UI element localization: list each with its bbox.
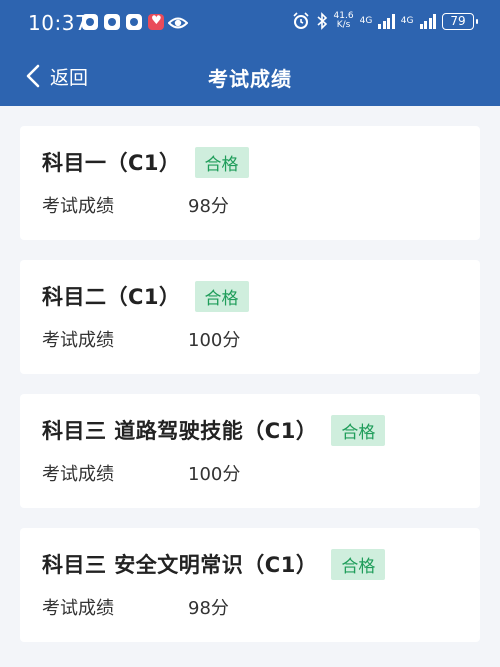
status-badge: 合格 (331, 414, 386, 446)
result-card[interactable]: 科目二（C1） 合格 考试成绩 100分 (20, 260, 480, 374)
score-label: 考试成绩 (42, 330, 114, 351)
score-label: 考试成绩 (42, 464, 114, 485)
signal-strength-icon (378, 13, 395, 29)
score-value: 100分 (188, 464, 241, 485)
subject-name: 科目一（C1） (42, 151, 181, 175)
status-time: 10:37 (28, 11, 89, 35)
result-card[interactable]: 科目三 安全文明常识（C1） 合格 考试成绩 98分 (20, 528, 480, 642)
network-speed: 41.6 K/s (334, 12, 354, 30)
score-value: 98分 (188, 598, 229, 619)
navigation-bar: 返回 考试成绩 (0, 46, 500, 106)
status-bar: 10:37 41.6 K/s 4G 4G 79 (0, 0, 500, 46)
subject-name: 科目二（C1） (42, 285, 181, 309)
score-value: 100分 (188, 330, 241, 351)
message-app-icon (82, 14, 98, 30)
battery-icon: 79 (442, 12, 478, 30)
heart-app-icon (148, 13, 164, 30)
status-badge: 合格 (331, 548, 386, 580)
chat-app-icon (126, 14, 142, 30)
score-label: 考试成绩 (42, 196, 114, 217)
status-badge: 合格 (194, 146, 249, 178)
signal-strength-icon-2 (419, 13, 436, 29)
status-badge: 合格 (194, 280, 249, 312)
camera-app-icon (104, 14, 120, 30)
subject-name: 科目三 道路驾驶技能（C1） (42, 419, 318, 443)
network-type-1: 4G (359, 15, 373, 26)
score-label: 考试成绩 (42, 598, 114, 619)
network-type-2: 4G (400, 15, 414, 26)
result-card[interactable]: 科目一（C1） 合格 考试成绩 98分 (20, 126, 480, 240)
result-card[interactable]: 科目三 道路驾驶技能（C1） 合格 考试成绩 100分 (20, 394, 480, 508)
alarm-icon (292, 12, 309, 29)
eye-icon (168, 17, 188, 29)
network-speed-unit: K/s (336, 20, 351, 30)
subject-name: 科目三 安全文明常识（C1） (42, 553, 318, 577)
page-title: 考试成绩 (208, 67, 292, 91)
status-indicators: 41.6 K/s 4G 4G 79 (292, 12, 478, 30)
score-value: 98分 (188, 196, 229, 217)
notification-icons (82, 13, 164, 30)
bluetooth-icon (317, 12, 327, 30)
